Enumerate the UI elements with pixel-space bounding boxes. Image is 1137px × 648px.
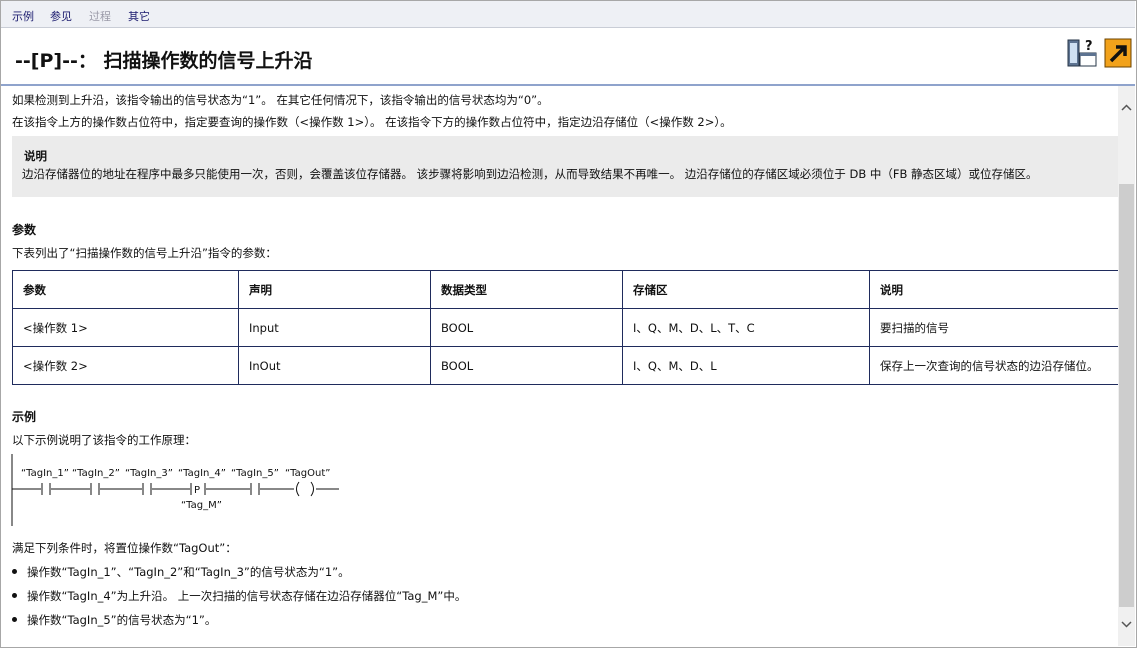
contact-tagin-2: “TagIn_2” [72, 468, 120, 496]
table-cell: InOut [238, 346, 431, 385]
contact-label: “TagIn_1” [21, 468, 69, 479]
table-row: <操作数 2> InOut BOOL I、Q、M、D、L 保存上一次查询的信号状… [12, 346, 1118, 385]
vertical-scrollbar[interactable] [1118, 86, 1135, 646]
table-cell: BOOL [430, 346, 623, 385]
coil-label: “TagOut” [285, 468, 330, 479]
jump-link-icon[interactable] [1104, 37, 1132, 69]
table-cell: BOOL [430, 308, 623, 347]
nav-other[interactable]: 其它 [128, 8, 150, 24]
col-header: 数据类型 [430, 270, 623, 309]
bullet-icon [12, 593, 17, 598]
contact-label: “TagIn_4” [178, 468, 226, 479]
contact-label: “TagIn_3” [125, 468, 173, 479]
ladder-diagram: “TagIn_1” “TagIn_2” “TagIn_3” P “TagIn_4… [11, 454, 339, 526]
bullet-icon [12, 617, 17, 622]
table-cell: 保存上一次查询的信号状态的边沿存储位。 [869, 346, 1118, 385]
scroll-up-icon[interactable] [1118, 100, 1135, 116]
table-cell: 要扫描的信号 [869, 308, 1118, 347]
contact-label: “TagIn_2” [72, 468, 120, 479]
note-box: 说明 边沿存储器位的地址在程序中最多只能使用一次，否则，会覆盖该位存储器。 该步… [12, 136, 1118, 197]
list-item-text: 操作数“TagIn_5”的信号状态为“1”。 [27, 613, 217, 627]
edge-memory-label: “Tag_M” [181, 500, 222, 511]
edge-label: P [194, 485, 200, 496]
contact-tagin-1: “TagIn_1” [21, 468, 69, 496]
list-item-text: 操作数“TagIn_1”、“TagIn_2”和“TagIn_3”的信号状态为“1… [27, 565, 350, 579]
intro-line-1: 如果检测到上升沿，该指令输出的信号状态为“1”。 在其它任何情况下，该指令输出的… [12, 93, 549, 107]
col-header: 存储区 [622, 270, 870, 309]
params-heading: 参数 [12, 223, 37, 237]
table-cell: Input [238, 308, 431, 347]
note-title: 说明 [24, 149, 47, 163]
table-cell: I、Q、M、D、L、T、C [622, 308, 870, 347]
table-cell: <操作数 2> [12, 346, 239, 385]
contact-tagin-5: “TagIn_5” [231, 468, 279, 496]
example-heading: 示例 [12, 410, 37, 424]
bullet-icon [12, 569, 17, 574]
table-row: <操作数 1> Input BOOL I、Q、M、D、L、T、C 要扫描的信号 [12, 308, 1118, 347]
table-header-row: 参数 声明 数据类型 存储区 说明 [12, 270, 1118, 309]
scrollbar-thumb[interactable] [1119, 184, 1134, 607]
col-header: 参数 [12, 270, 239, 309]
note-body: 边沿存储器位的地址在程序中最多只能使用一次，否则，会覆盖该位存储器。 该步骤将影… [22, 167, 1038, 181]
list-item: 操作数“TagIn_4”为上升沿。 上一次扫描的信号状态存储在边沿存储器位“Ta… [12, 588, 466, 604]
list-item: 操作数“TagIn_1”、“TagIn_2”和“TagIn_3”的信号状态为“1… [12, 564, 350, 580]
params-desc: 下表列出了“扫描操作数的信号上升沿”指令的参数： [12, 246, 277, 260]
nav-see-also[interactable]: 参见 [50, 8, 72, 24]
help-content: 如果检测到上升沿，该指令输出的信号状态为“1”。 在其它任何情况下，该指令输出的… [1, 86, 1118, 646]
page-header: --[P]--： 扫描操作数的信号上升沿 ? [1, 28, 1135, 86]
params-table: 参数 声明 数据类型 存储区 说明 <操作数 1> Input BOOL I、Q… [12, 270, 1118, 385]
intro-line-2: 在该指令上方的操作数占位符中，指定要查询的操作数（<操作数 1>）。 在该指令下… [12, 115, 732, 129]
table-cell: <操作数 1> [12, 308, 239, 347]
table-cell: I、Q、M、D、L [622, 346, 870, 385]
nav-example[interactable]: 示例 [12, 8, 34, 24]
conditions-intro: 满足下列条件时，将置位操作数“TagOut”： [12, 541, 237, 555]
col-header: 说明 [869, 270, 1118, 309]
top-nav: 示例 参见 过程 其它 [1, 1, 1135, 28]
page-title: --[P]--： 扫描操作数的信号上升沿 [15, 50, 313, 72]
list-item: 操作数“TagIn_5”的信号状态为“1”。 [12, 612, 216, 628]
scroll-down-icon[interactable] [1118, 616, 1135, 632]
contact-tagin-3: “TagIn_3” [125, 468, 173, 496]
svg-text:?: ? [1085, 39, 1093, 54]
nav-procedure: 过程 [89, 10, 111, 23]
coil-tagout: “TagOut” [285, 468, 330, 498]
list-item-text: 操作数“TagIn_4”为上升沿。 上一次扫描的信号状态存储在边沿存储器位“Ta… [27, 589, 467, 603]
contact-label: “TagIn_5” [231, 468, 279, 479]
help-window-icon[interactable]: ? [1067, 37, 1099, 69]
col-header: 声明 [238, 270, 431, 309]
